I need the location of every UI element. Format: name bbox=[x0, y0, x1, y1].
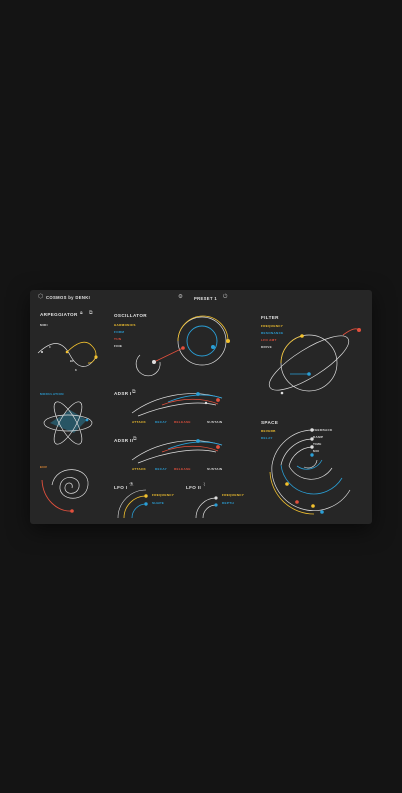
filter-knob[interactable] bbox=[307, 372, 311, 376]
adsr2-knob[interactable] bbox=[196, 439, 200, 443]
env-knob[interactable] bbox=[70, 509, 74, 513]
arp-node[interactable] bbox=[41, 351, 43, 353]
adsr2-knob[interactable] bbox=[216, 445, 220, 449]
adsr1-curve[interactable] bbox=[131, 393, 223, 414]
lfo1-arc[interactable] bbox=[123, 495, 147, 519]
adsr1-knob[interactable] bbox=[196, 392, 200, 396]
arp-wave[interactable] bbox=[37, 343, 97, 367]
env-arc-red bbox=[41, 479, 73, 512]
space-knob[interactable] bbox=[310, 428, 314, 432]
filter-knob[interactable] bbox=[300, 334, 304, 338]
lfo2-arc-inner[interactable] bbox=[202, 504, 217, 519]
space-knob[interactable] bbox=[285, 482, 289, 486]
osc-knob[interactable] bbox=[211, 345, 215, 349]
filter-arc-yellow bbox=[280, 335, 303, 364]
atom-node[interactable] bbox=[85, 418, 89, 422]
lfo1-knob[interactable] bbox=[144, 502, 148, 506]
space-knob[interactable] bbox=[295, 500, 299, 504]
filter-ring[interactable] bbox=[263, 327, 356, 399]
osc-knob[interactable] bbox=[152, 360, 156, 364]
arp-node[interactable] bbox=[65, 350, 69, 354]
synth-graphics bbox=[37, 315, 361, 519]
synth-panel: ⬡ COSMOS by DENKI ⚙ PRESET 1 ⏻ ARPEGGIAT… bbox=[30, 290, 372, 524]
adsr1-curve-lower bbox=[137, 402, 217, 417]
arp-node[interactable] bbox=[94, 355, 98, 359]
lfo1-knob[interactable] bbox=[144, 494, 148, 498]
adsr2-curve[interactable] bbox=[131, 440, 223, 461]
space-arc-left2 bbox=[280, 438, 313, 466]
space-knob[interactable] bbox=[310, 453, 314, 457]
space-knob[interactable] bbox=[310, 445, 314, 449]
osc-knob[interactable] bbox=[226, 339, 230, 343]
lfo1-arc-inner[interactable] bbox=[131, 503, 147, 519]
osc-ring-yellow bbox=[177, 315, 229, 342]
filter-knob[interactable] bbox=[280, 391, 284, 395]
lfo2-knob[interactable] bbox=[214, 503, 218, 507]
filter-knob[interactable] bbox=[357, 328, 361, 332]
adsr1-knob[interactable] bbox=[216, 398, 220, 402]
osc-ring-inner[interactable] bbox=[186, 325, 218, 357]
space-arc-left bbox=[271, 429, 313, 466]
lfo1-arc-outer bbox=[117, 489, 147, 519]
adsr2-curve-lower bbox=[137, 449, 217, 464]
osc-tuning-line bbox=[153, 347, 184, 363]
adsr1-knob[interactable] bbox=[204, 401, 208, 405]
arp-wave-highlight bbox=[66, 341, 97, 364]
space-arc-feedback[interactable] bbox=[271, 464, 351, 511]
osc-knob[interactable] bbox=[181, 346, 185, 350]
space-knob[interactable] bbox=[320, 510, 324, 514]
lfo2-knob[interactable] bbox=[214, 496, 218, 500]
osc-ring-outer[interactable] bbox=[177, 316, 227, 366]
osc-small-arc bbox=[135, 354, 161, 377]
lfo2-arc[interactable] bbox=[195, 497, 217, 519]
filter-ring-red bbox=[342, 328, 360, 336]
env-spiral[interactable] bbox=[51, 469, 89, 499]
space-arc-left3 bbox=[288, 446, 313, 467]
space-knob[interactable] bbox=[311, 504, 315, 508]
space-knob[interactable] bbox=[310, 437, 314, 441]
